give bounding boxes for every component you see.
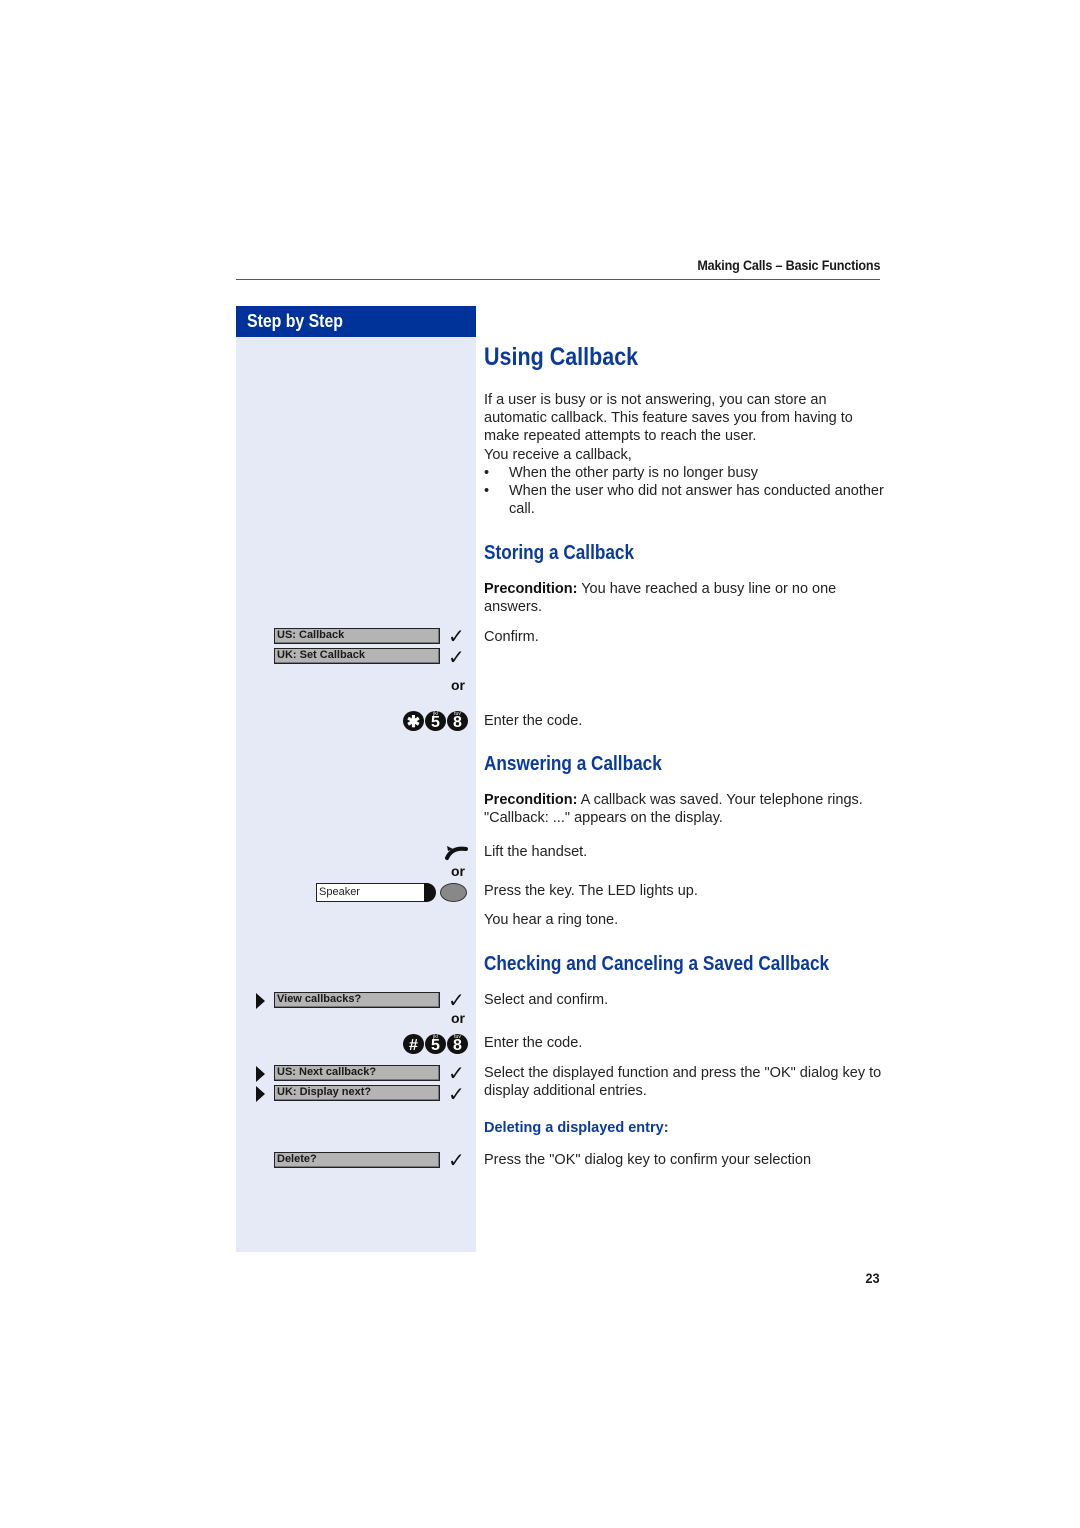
precondition-label: Precondition: [484,792,578,808]
display-us-callback[interactable]: US: Callback [274,628,440,644]
handset-icon[interactable] [444,843,470,861]
bullet-text: When the other party is no longer busy [509,465,759,481]
intro-paragraph: If a user is busy or is not answering, y… [484,392,853,445]
bullet-dot: • [484,465,490,481]
check-icon[interactable]: ✓ [448,1085,465,1105]
receive-line: You receive a callback, [484,447,632,463]
step-by-step-sidebar [236,306,476,1252]
answering-precondition: Precondition: A callback was saved. Your… [484,791,884,827]
code-keys-store: ✱ jkl 5 tuv 8 [403,711,468,731]
checking-heading: Checking and Canceling a Saved Callback [484,953,830,975]
or-label: or [451,677,465,693]
bullet-text: When the user who did not answer has con… [509,483,884,518]
hash-key-icon[interactable]: # [403,1034,424,1054]
delete-confirm-text: Press the "OK" dialog key to confirm you… [484,1152,812,1168]
answering-heading: Answering a Callback [484,753,662,775]
sidebar-heading: Step by Step [247,311,343,331]
display-us-next-callback[interactable]: US: Next callback? [274,1065,440,1081]
enter-code-text: Enter the code. [484,713,583,729]
bullet-dot: • [484,483,490,499]
ring-tone-text: You hear a ring tone. [484,912,619,928]
digit-5-key-icon[interactable]: jkl 5 [425,711,446,731]
display-view-callbacks[interactable]: View callbacks? [274,992,440,1008]
check-icon[interactable]: ✓ [448,1064,465,1084]
or-label: or [451,863,465,879]
display-uk-set-callback[interactable]: UK: Set Callback [274,648,440,664]
precondition-label: Precondition: [484,581,578,597]
display-delete[interactable]: Delete? [274,1152,440,1168]
deleting-heading: Deleting a displayed entry: [484,1120,669,1136]
display-uk-display-next[interactable]: UK: Display next? [274,1085,440,1101]
digit-8-key-icon[interactable]: tuv 8 [447,1034,468,1054]
header-divider [236,279,880,280]
page-number: 23 [865,1270,880,1286]
code-keys-check: # jkl 5 tuv 8 [403,1034,468,1054]
enter-code-text: Enter the code. [484,1035,583,1051]
check-icon[interactable]: ✓ [448,648,465,668]
scroll-arrow-icon[interactable] [256,1066,265,1082]
page-title: Using Callback [484,343,639,371]
speaker-led-button[interactable] [440,883,467,902]
digit-5-key-icon[interactable]: jkl 5 [425,1034,446,1054]
check-icon[interactable]: ✓ [448,1151,465,1171]
speaker-key-label[interactable]: Speaker [316,883,428,902]
star-key-icon[interactable]: ✱ [403,711,424,731]
storing-heading: Storing a Callback [484,542,635,564]
or-label: or [451,1010,465,1026]
press-key-text: Press the key. The LED lights up. [484,883,698,899]
select-function-text: Select the displayed function and press … [484,1065,882,1100]
confirm-text: Confirm. [484,629,539,645]
sidebar-heading-bar: Step by Step [236,306,476,337]
section-header: Making Calls – Basic Functions [697,257,880,273]
scroll-arrow-icon[interactable] [256,1086,265,1102]
scroll-arrow-icon[interactable] [256,993,265,1009]
select-confirm-text: Select and confirm. [484,992,609,1008]
storing-precondition: Precondition: You have reached a busy li… [484,580,884,616]
check-icon[interactable]: ✓ [448,627,465,647]
lift-handset-text: Lift the handset. [484,844,588,860]
check-icon[interactable]: ✓ [448,991,465,1011]
digit-8-key-icon[interactable]: tuv 8 [447,711,468,731]
